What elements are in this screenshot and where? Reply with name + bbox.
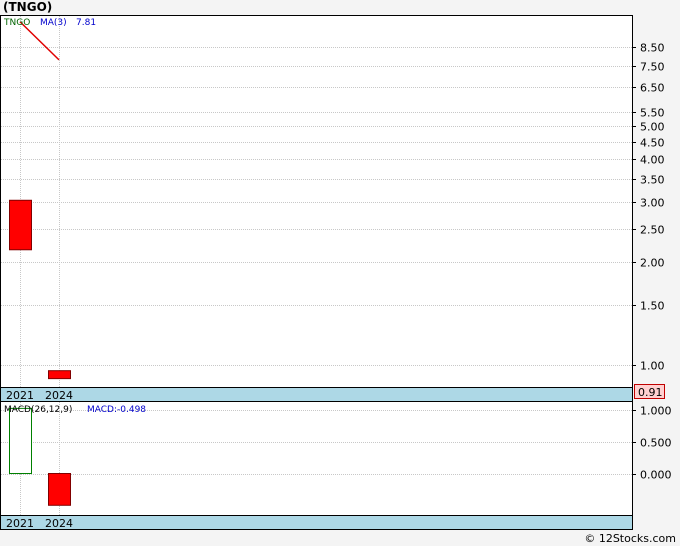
price-tick-label: 5.00 xyxy=(640,121,665,134)
macd-x-label: 2024 xyxy=(45,517,73,530)
macd-x-label: 2021 xyxy=(6,517,34,530)
macd-tick-label: 0.000 xyxy=(640,469,672,482)
price-tick-label: 2.50 xyxy=(640,224,665,237)
price-y-axis: 8.50 7.50 6.50 5.505.00 4.50 4.00 3.50 3.00 2.50… xyxy=(632,42,665,373)
price-candle xyxy=(48,370,71,380)
price-candle xyxy=(9,199,32,251)
chart-canvas: 8.50 7.50 6.50 5.505.00 4.50 4.00 3.50 3.00 2.50… xyxy=(0,15,672,530)
macd-tick-label: 0.500 xyxy=(640,437,672,450)
price-tick-label: 4.00 xyxy=(640,154,665,167)
price-tick-label: 1.50 xyxy=(640,300,665,313)
macd-tick-label: 1.000 xyxy=(640,405,672,418)
price-tick-label: 2.00 xyxy=(640,257,665,270)
price-tick-label: 3.00 xyxy=(640,197,665,210)
price-x-label: 2021 xyxy=(6,389,34,402)
macd-bar xyxy=(48,473,71,506)
macd-legend: MACD(26,12,9) xyxy=(4,405,72,415)
macd-y-axis: 1.000 0.500 0.000 xyxy=(632,405,672,482)
macd-panel xyxy=(0,401,633,516)
price-x-axis-band xyxy=(0,387,633,402)
symbol-legend: TNGO xyxy=(3,18,30,28)
last-price-label: 0.91 xyxy=(638,386,663,399)
site-credit: © 12Stocks.com xyxy=(584,532,676,545)
macd-value-legend: MACD:-0.498 xyxy=(87,405,146,415)
macd-bar xyxy=(9,407,32,475)
price-tick-label: 7.50 xyxy=(640,61,665,74)
price-tick-label: 8.50 xyxy=(640,42,665,55)
price-tick-label: 4.50 xyxy=(640,137,665,150)
price-x-label: 2024 xyxy=(45,389,73,402)
price-tick-label: 3.50 xyxy=(640,174,665,187)
price-tick-label: 6.50 xyxy=(640,82,665,95)
ma-value-legend: 7.81 xyxy=(76,18,96,28)
price-panel xyxy=(0,15,633,388)
ma-legend: MA(3) xyxy=(40,18,67,28)
price-tick-label: 5.50 xyxy=(640,107,665,120)
macd-x-axis-band xyxy=(0,515,633,530)
price-tick-label: 1.00 xyxy=(640,360,665,373)
